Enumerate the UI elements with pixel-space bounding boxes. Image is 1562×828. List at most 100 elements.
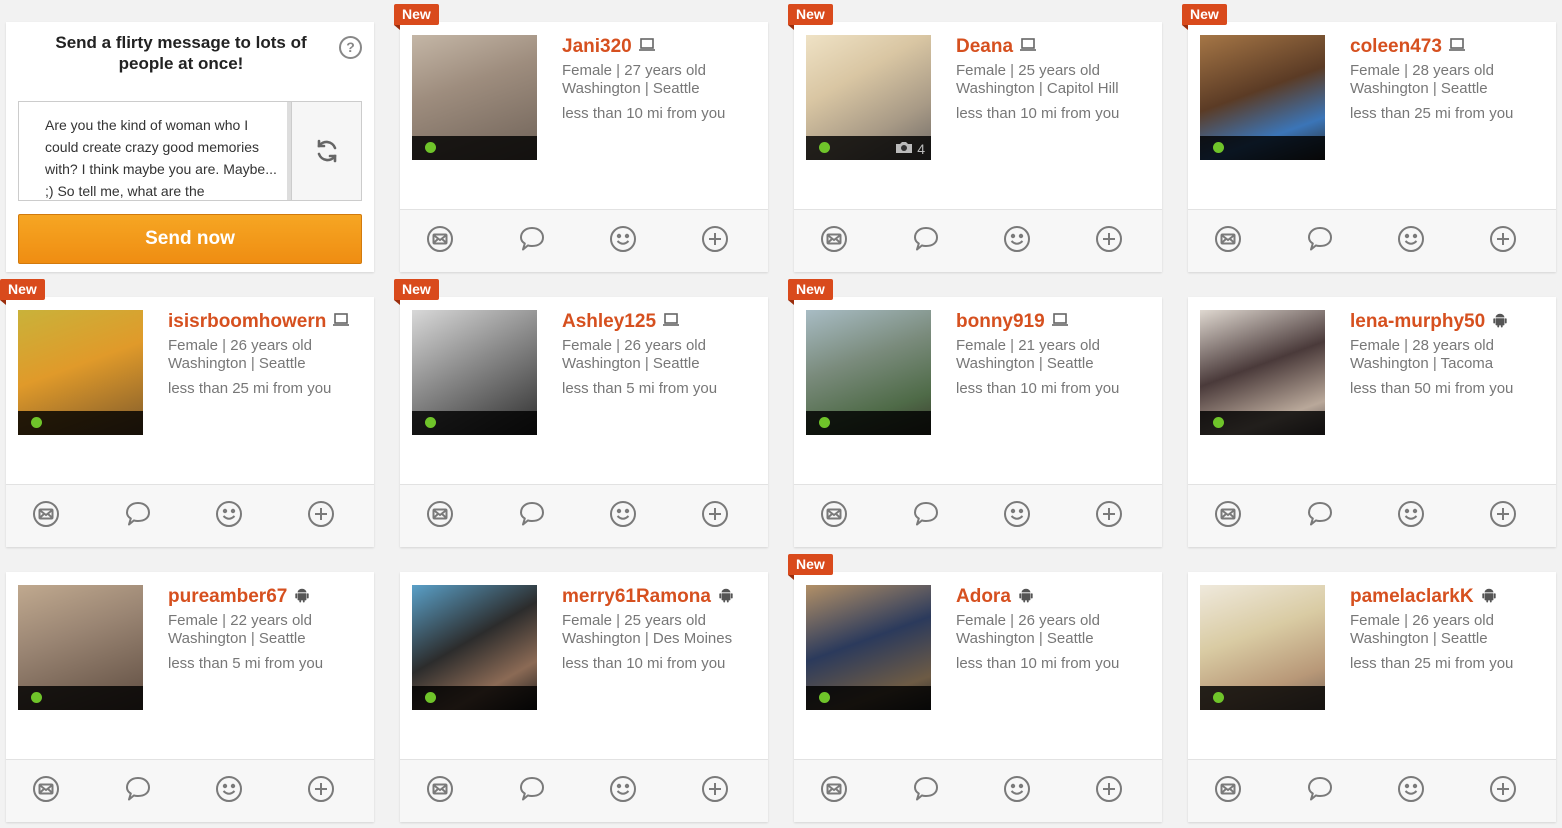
profile-username[interactable]: Deana	[956, 36, 1013, 58]
online-indicator	[425, 142, 436, 153]
profile-photo[interactable]	[806, 585, 931, 710]
laptop-icon	[1019, 37, 1037, 58]
android-icon	[1480, 587, 1498, 608]
chat-icon	[912, 500, 940, 533]
wink-button[interactable]	[1396, 775, 1426, 806]
profile-username[interactable]: merry61Ramona	[562, 586, 711, 608]
profile-location: Washington | Capitol Hill	[956, 80, 1119, 97]
chat-button[interactable]	[1305, 776, 1335, 806]
send-mail-button[interactable]	[819, 500, 849, 531]
send-mail-button[interactable]	[31, 775, 61, 806]
send-mail-button[interactable]	[425, 225, 455, 256]
profile-card[interactable]: New isisrboomhowern Female | 26 years ol…	[0, 279, 374, 547]
profile-username[interactable]: Adora	[956, 586, 1011, 608]
profile-card[interactable]: New Jani320 Female | 27 years old Washin…	[394, 4, 768, 272]
help-icon[interactable]: ?	[339, 36, 362, 59]
wink-button[interactable]	[1002, 775, 1032, 806]
wink-button[interactable]	[1002, 500, 1032, 531]
profile-card[interactable]: lena-murphy50 Female | 28 years old Wash…	[1188, 297, 1556, 547]
send-mail-button[interactable]	[1213, 775, 1243, 806]
profile-photo[interactable]	[1200, 310, 1325, 435]
profile-photo[interactable]	[1200, 585, 1325, 710]
chat-button[interactable]	[911, 501, 941, 531]
profile-username[interactable]: pamelaclarkK	[1350, 586, 1474, 608]
smile-icon	[1003, 225, 1031, 258]
send-mail-button[interactable]	[425, 500, 455, 531]
add-favorite-button[interactable]	[700, 775, 730, 808]
profile-card[interactable]: New bonny919 Female | 21 years old Washi…	[788, 279, 1162, 547]
profile-username[interactable]: bonny919	[956, 311, 1045, 333]
profile-username[interactable]: coleen473	[1350, 36, 1442, 58]
message-textarea[interactable]: Are you the kind of woman who I could cr…	[19, 102, 289, 200]
profile-photo[interactable]: 4	[806, 35, 931, 160]
mail-icon	[1214, 225, 1242, 258]
profile-card[interactable]: New coleen473 Female | 28 years old Wash…	[1182, 4, 1556, 272]
chat-button[interactable]	[517, 226, 547, 256]
add-favorite-button[interactable]	[1094, 225, 1124, 256]
chat-button[interactable]	[911, 226, 941, 256]
add-favorite-button[interactable]	[700, 225, 730, 258]
send-now-button[interactable]: Send now	[18, 214, 362, 264]
chat-button[interactable]	[517, 776, 547, 806]
profile-photo[interactable]	[1200, 35, 1325, 160]
add-favorite-button[interactable]	[1488, 225, 1518, 256]
add-favorite-button[interactable]	[306, 775, 336, 806]
profile-card[interactable]: merry61Ramona Female | 25 years old Wash…	[400, 572, 768, 822]
send-mail-button[interactable]	[1213, 225, 1243, 258]
wink-button[interactable]	[608, 775, 638, 806]
profile-username[interactable]: pureamber67	[168, 586, 287, 608]
profile-card[interactable]: New Ashley125 Female | 26 years old Wash…	[394, 279, 768, 547]
profile-photo[interactable]	[412, 585, 537, 710]
mail-icon	[32, 500, 60, 533]
profile-gender-age: Female | 26 years old	[1350, 612, 1494, 629]
profile-photo[interactable]	[18, 310, 143, 435]
smile-icon	[1397, 225, 1425, 258]
wink-button[interactable]	[1002, 225, 1032, 258]
add-favorite-button[interactable]	[1488, 500, 1518, 531]
chat-button[interactable]	[1305, 501, 1335, 531]
add-favorite-button[interactable]	[1488, 775, 1518, 806]
add-favorite-button[interactable]	[1094, 775, 1124, 806]
add-favorite-button[interactable]	[700, 500, 730, 531]
laptop-icon	[1448, 37, 1466, 58]
add-icon	[701, 225, 729, 258]
profile-card[interactable]: pamelaclarkK Female | 26 years old Washi…	[1188, 572, 1556, 822]
refresh-message-button[interactable]	[291, 102, 361, 200]
profile-username[interactable]: lena-murphy50	[1350, 311, 1485, 333]
laptop-icon	[662, 312, 680, 333]
chat-icon	[518, 225, 546, 258]
add-icon	[701, 775, 729, 808]
new-badge: New	[788, 4, 833, 30]
profile-card[interactable]: New Adora Female | 26 years old Washingt…	[788, 554, 1162, 822]
online-indicator	[1213, 417, 1224, 428]
chat-button[interactable]	[1305, 226, 1335, 256]
wink-button[interactable]	[214, 500, 244, 531]
profile-photo[interactable]	[412, 310, 537, 435]
add-favorite-button[interactable]	[1094, 500, 1124, 531]
profile-username[interactable]: Ashley125	[562, 311, 656, 333]
chat-button[interactable]	[517, 501, 547, 531]
send-mail-button[interactable]	[1213, 500, 1243, 531]
send-mail-button[interactable]	[425, 775, 455, 806]
wink-button[interactable]	[608, 225, 638, 256]
profile-photo[interactable]	[412, 35, 537, 160]
profile-distance: less than 25 mi from you	[168, 380, 332, 397]
add-favorite-button[interactable]	[306, 500, 336, 531]
wink-button[interactable]	[214, 775, 244, 806]
profile-card[interactable]: New 4 Deana Female | 25 years old Washin…	[788, 4, 1162, 272]
profile-photo[interactable]	[18, 585, 143, 710]
chat-button[interactable]	[911, 776, 941, 806]
profile-photo[interactable]	[806, 310, 931, 435]
send-mail-button[interactable]	[819, 225, 849, 256]
send-mail-button[interactable]	[31, 500, 61, 533]
wink-button[interactable]	[1396, 225, 1426, 258]
photo-count[interactable]: 4	[895, 140, 925, 157]
profile-card[interactable]: pureamber67 Female | 22 years old Washin…	[6, 572, 374, 822]
send-mail-button[interactable]	[819, 775, 849, 806]
wink-button[interactable]	[608, 500, 638, 531]
chat-button[interactable]	[123, 501, 153, 531]
profile-username[interactable]: Jani320	[562, 36, 632, 58]
profile-username[interactable]: isisrboomhowern	[168, 311, 326, 333]
wink-button[interactable]	[1396, 500, 1426, 531]
chat-button[interactable]	[123, 776, 153, 806]
